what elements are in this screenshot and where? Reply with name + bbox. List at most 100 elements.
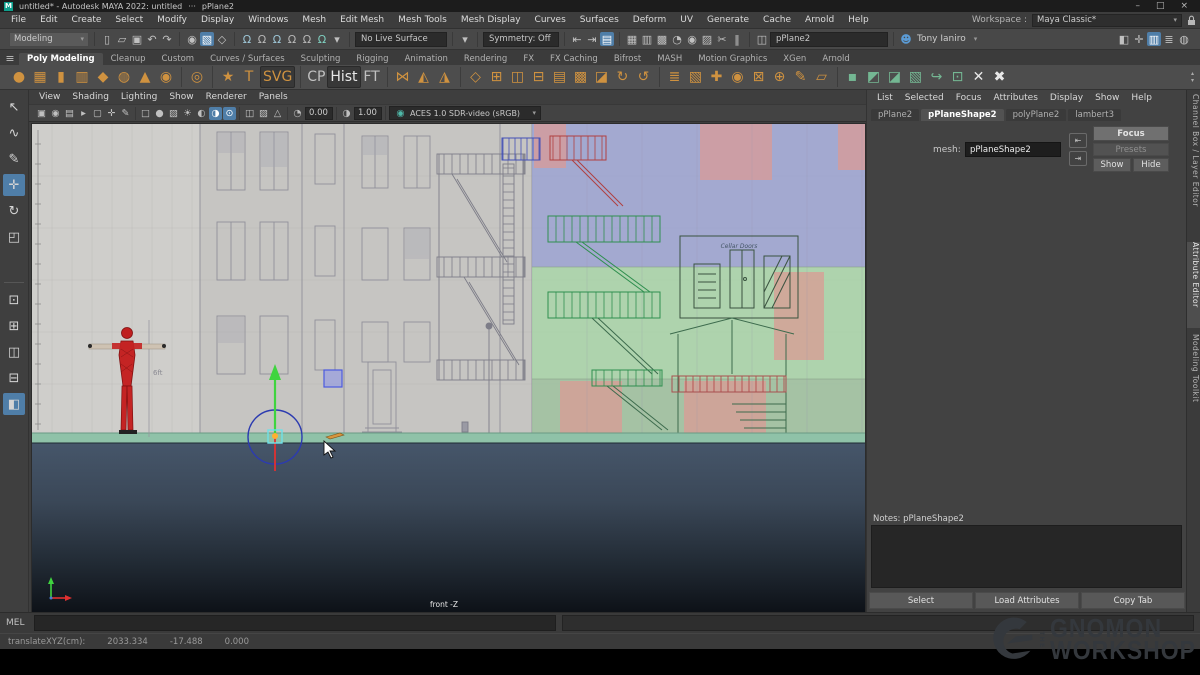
circularize-icon[interactable]: ◉: [728, 67, 748, 87]
make-live-icon[interactable]: Ω: [315, 32, 329, 46]
poly-helix-icon[interactable]: ▥: [72, 67, 92, 87]
shelf-tab-curves-surfaces[interactable]: Curves / Surfaces: [202, 53, 293, 65]
append-polygon-icon[interactable]: ▤: [550, 67, 570, 87]
shadows-icon[interactable]: ◐: [195, 107, 208, 120]
poly-cylinder-icon[interactable]: ▮: [51, 67, 71, 87]
type-tool-icon[interactable]: T: [239, 67, 259, 87]
input-connections-icon[interactable]: ⇤: [570, 32, 584, 46]
smart-extrude-icon[interactable]: ▩: [571, 67, 591, 87]
duplicate-face-icon[interactable]: ✚: [707, 67, 727, 87]
ae-menu-help[interactable]: Help: [1125, 93, 1158, 103]
lock-icon[interactable]: [1187, 15, 1196, 26]
shelf-tab-fx[interactable]: FX: [515, 53, 542, 65]
shelf-menu-icon[interactable]: ≡: [3, 51, 17, 65]
ae-menu-list[interactable]: List: [871, 93, 899, 103]
separate-icon[interactable]: ◭: [414, 67, 434, 87]
menu-select[interactable]: Select: [108, 15, 150, 25]
delete-history-icon[interactable]: ✖: [990, 67, 1010, 87]
render-current-frame-icon[interactable]: ▥: [640, 32, 654, 46]
menu-mesh-tools[interactable]: Mesh Tools: [391, 15, 454, 25]
tab-channel-box[interactable]: Channel Box / Layer Editor: [1187, 94, 1200, 236]
extract-icon[interactable]: ◮: [435, 67, 455, 87]
select-camera-icon[interactable]: ▣: [35, 107, 48, 120]
transform-component-icon[interactable]: ⊕: [770, 67, 790, 87]
smooth-shade-icon[interactable]: ●: [153, 107, 166, 120]
lasso-tool-icon[interactable]: ∿: [3, 122, 25, 144]
ae-menu-show[interactable]: Show: [1089, 93, 1125, 103]
menu-file[interactable]: File: [4, 15, 33, 25]
maximize-button[interactable]: □: [1156, 1, 1165, 11]
shelf-tab-poly-modeling[interactable]: Poly Modeling: [19, 53, 103, 65]
menu-mesh-display[interactable]: Mesh Display: [454, 15, 528, 25]
select-uvs-icon[interactable]: ▧: [906, 67, 926, 87]
move-tool-icon[interactable]: ✛: [3, 174, 25, 196]
user-account[interactable]: ☻ Tony Ianiro ▾: [893, 32, 982, 46]
hide-button[interactable]: Hide: [1133, 158, 1169, 172]
workspace-dropdown[interactable]: Maya Classic* ▾: [1032, 14, 1182, 27]
menu-mesh[interactable]: Mesh: [295, 15, 333, 25]
history-toggle-icon[interactable]: Hist: [327, 66, 360, 88]
symmetry-field[interactable]: Symmetry: Off: [483, 32, 559, 47]
menu-deform[interactable]: Deform: [626, 15, 673, 25]
boolean-icon[interactable]: ▧: [686, 67, 706, 87]
ae-menu-focus[interactable]: Focus: [950, 93, 988, 103]
poly-cube-icon[interactable]: ▦: [30, 67, 50, 87]
open-render-view-icon[interactable]: ▦: [625, 32, 639, 46]
colorspace-dropdown[interactable]: ◉ ACES 1.0 SDR-video (sRGB) ▾: [389, 106, 541, 120]
channel-box-toggle-icon[interactable]: ▥: [1147, 32, 1161, 46]
select-object-icon[interactable]: ▧: [200, 32, 214, 46]
wireframe-icon[interactable]: □: [139, 107, 152, 120]
poly-plane-icon[interactable]: ◆: [93, 67, 113, 87]
shelf-tab-fx-caching[interactable]: FX Caching: [542, 53, 606, 65]
poly-torus-icon[interactable]: ◍: [114, 67, 134, 87]
presets-button[interactable]: Presets: [1093, 143, 1169, 156]
bookmark-icon[interactable]: ▸: [77, 107, 90, 120]
exposure-field[interactable]: 0.00: [305, 107, 333, 120]
menu-surfaces[interactable]: Surfaces: [573, 15, 626, 25]
select-hierarchy-icon[interactable]: ◉: [185, 32, 199, 46]
object-name-field[interactable]: pPlane2: [770, 32, 888, 47]
ae-tab-pplane2[interactable]: pPlane2: [871, 109, 919, 121]
layout-outliner-persp-icon[interactable]: ◧: [3, 393, 25, 415]
panel-menu-view[interactable]: View: [33, 92, 66, 102]
isolate-select-icon[interactable]: ◫: [243, 107, 256, 120]
shelf-scroll[interactable]: ▴▾: [1191, 71, 1196, 84]
ae-tab-polyplane2[interactable]: polyPlane2: [1006, 109, 1067, 121]
panel-menu-renderer[interactable]: Renderer: [200, 92, 253, 102]
2d-pan-zoom-icon[interactable]: ✛: [105, 107, 118, 120]
quad-draw-pen-icon[interactable]: ▱: [812, 67, 832, 87]
snap-point-icon[interactable]: Ω: [270, 32, 284, 46]
fill-hole-icon[interactable]: ⊟: [529, 67, 549, 87]
select-button[interactable]: Select: [869, 592, 973, 609]
snap-projected-center-icon[interactable]: Ω: [285, 32, 299, 46]
lock-camera-icon[interactable]: ◉: [49, 107, 62, 120]
construction-history-icon[interactable]: ▤: [600, 32, 614, 46]
textured-icon[interactable]: ▧: [167, 107, 180, 120]
shelf-tab-rendering[interactable]: Rendering: [456, 53, 515, 65]
layout-split-lr-icon[interactable]: ◫: [3, 341, 25, 363]
panel-menu-show[interactable]: Show: [163, 92, 199, 102]
menu-generate[interactable]: Generate: [700, 15, 756, 25]
undo-icon[interactable]: ↶: [145, 32, 159, 46]
save-scene-icon[interactable]: ▣: [130, 32, 144, 46]
select-edges-icon[interactable]: ◩: [864, 67, 884, 87]
viewport-canvas[interactable]: Cellar Doors 6ft: [31, 123, 866, 614]
paint-select-tool-icon[interactable]: ✎: [3, 148, 25, 170]
menu-display[interactable]: Display: [194, 15, 241, 25]
shelf-tab-custom[interactable]: Custom: [154, 53, 203, 65]
menu-edit-mesh[interactable]: Edit Mesh: [333, 15, 391, 25]
modeling-toolkit-toggle-icon[interactable]: ◍: [1177, 32, 1191, 46]
shelf-tab-cleanup[interactable]: Cleanup: [103, 53, 154, 65]
rotate-edge-cw-icon[interactable]: ↻: [613, 67, 633, 87]
freeze-transform-icon[interactable]: FT: [362, 67, 382, 87]
bridge-icon[interactable]: ◫: [508, 67, 528, 87]
pause-viewport-icon[interactable]: ‖: [730, 32, 744, 46]
output-connections-icon[interactable]: ⇥: [585, 32, 599, 46]
shelf-tab-xgen[interactable]: XGen: [775, 53, 814, 65]
svg-tool-icon[interactable]: SVG: [260, 66, 295, 88]
node-forward-icon[interactable]: ⇥: [1069, 151, 1087, 166]
ae-tab-pplaneshape2[interactable]: pPlaneShape2: [921, 109, 1003, 121]
minimize-button[interactable]: –: [1135, 1, 1140, 11]
menu-arnold[interactable]: Arnold: [798, 15, 841, 25]
ipr-render-icon[interactable]: ▩: [655, 32, 669, 46]
